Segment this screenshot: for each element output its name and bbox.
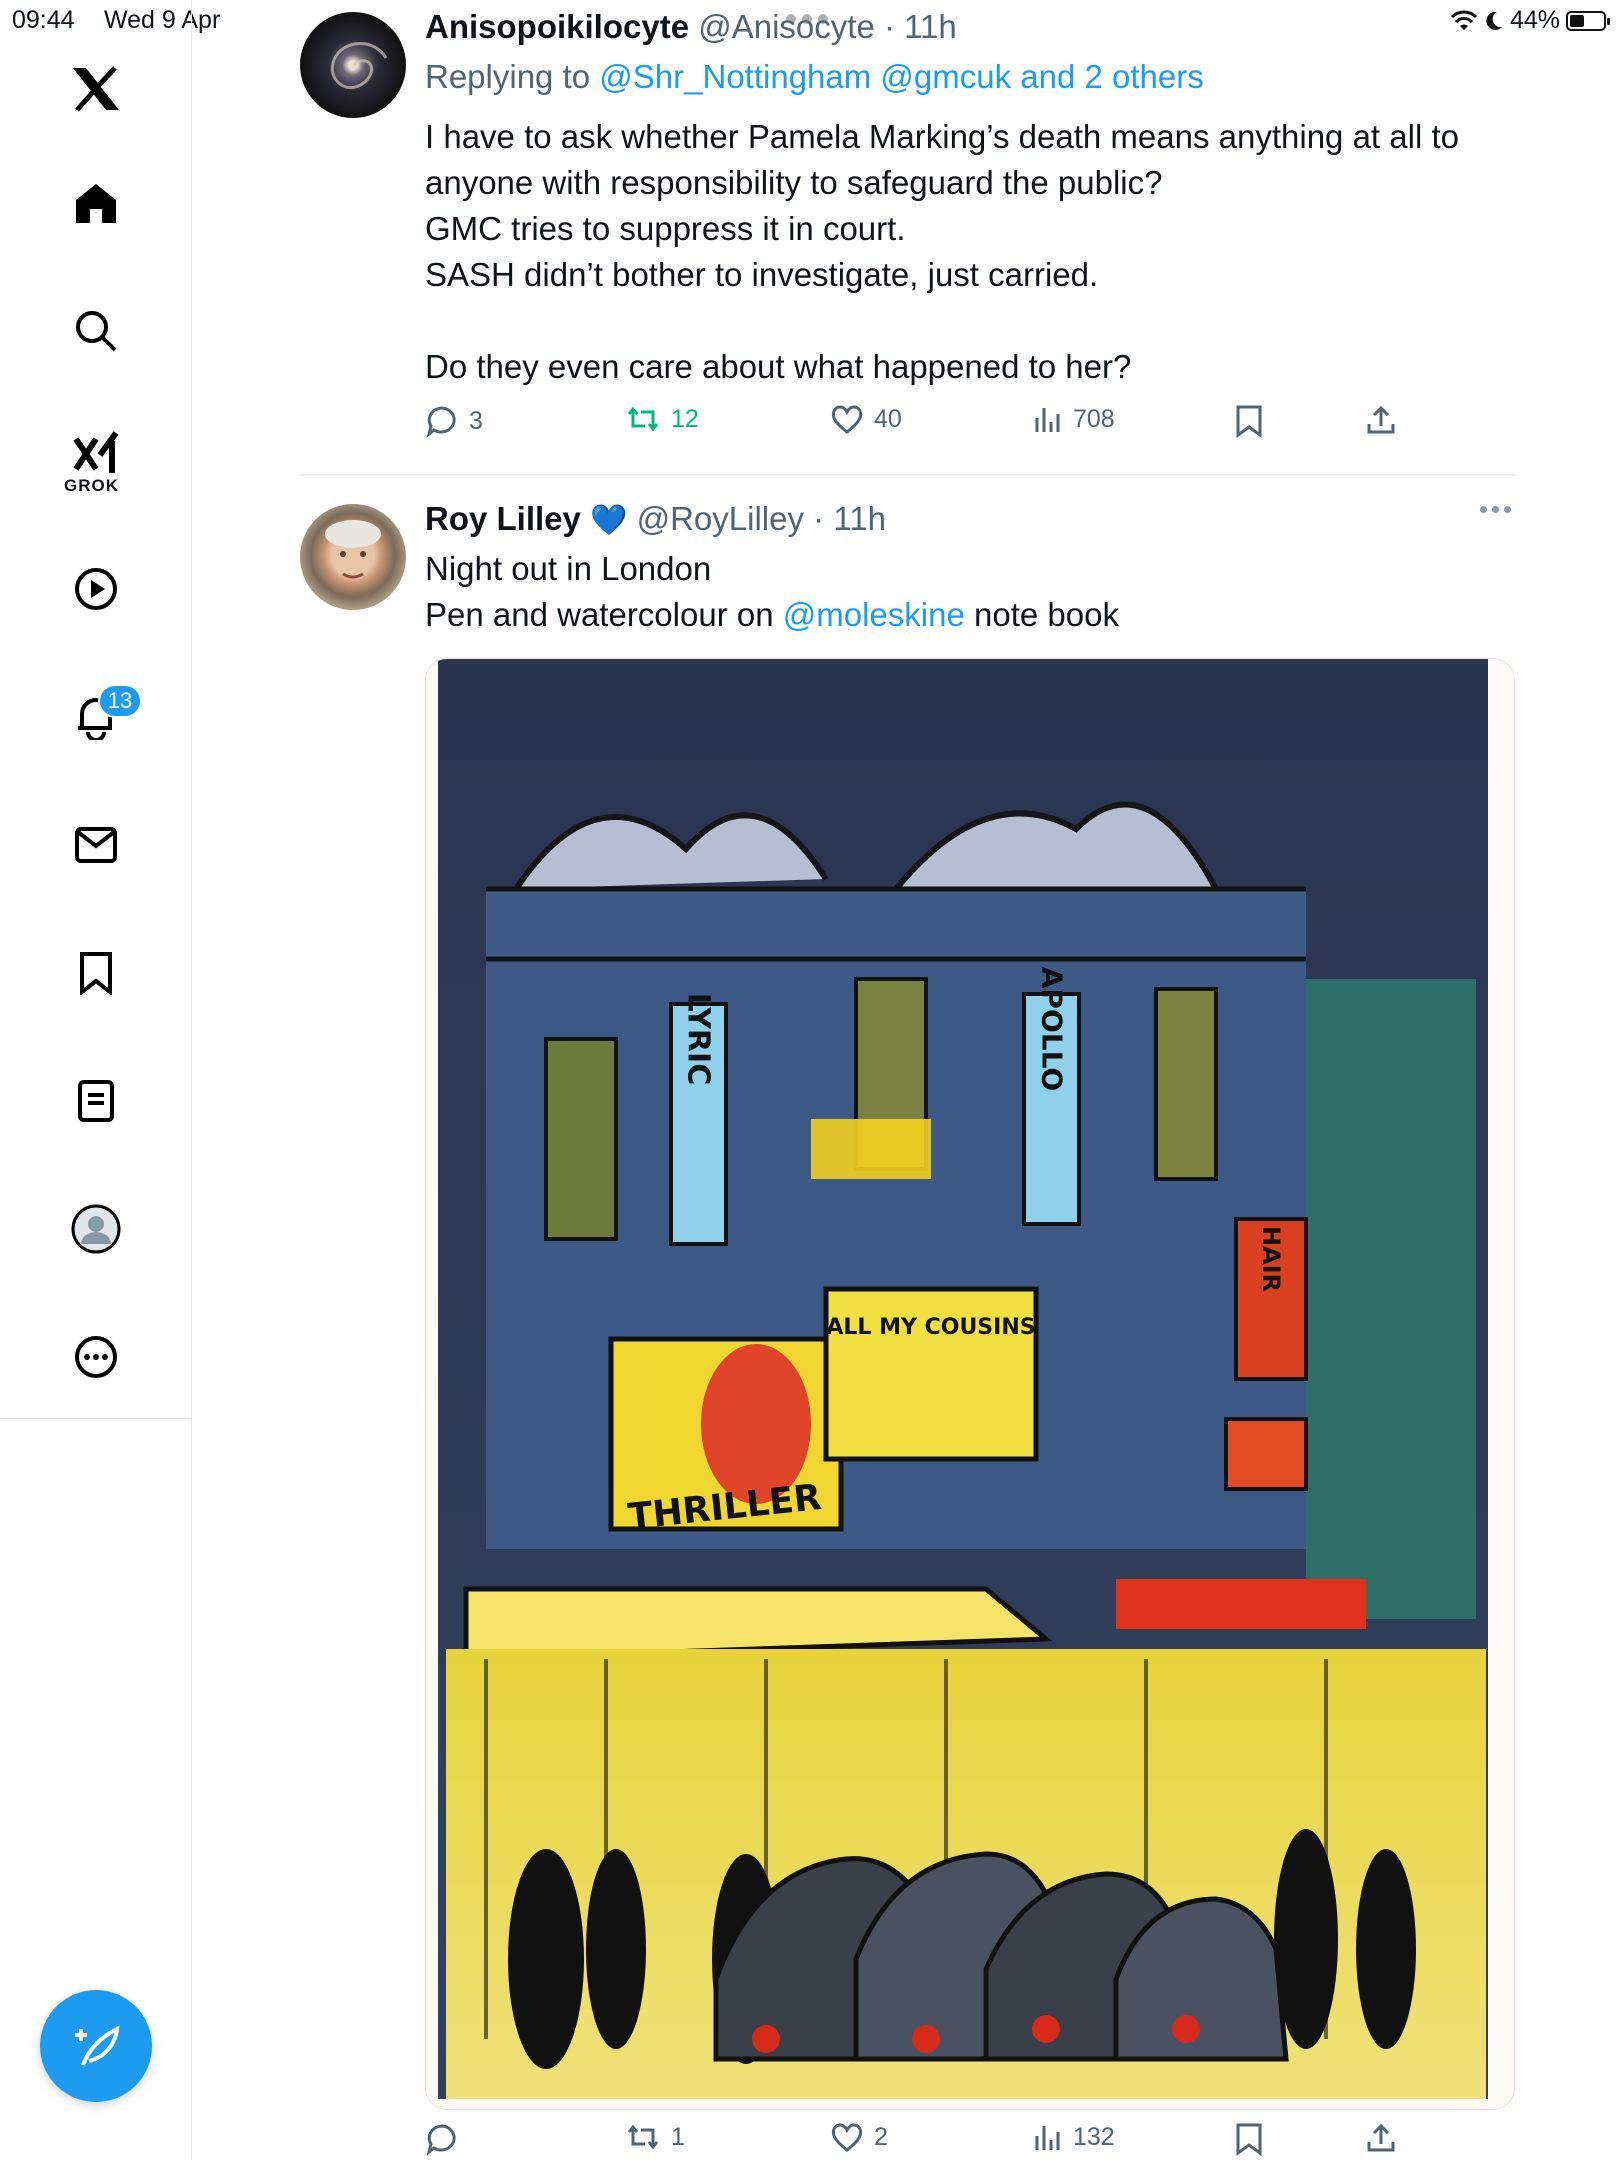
poster-all-my-cousins: ALL MY COUSINS <box>826 1315 1035 1340</box>
repost-button[interactable]: 12 <box>625 404 699 434</box>
mail-icon[interactable] <box>71 820 121 870</box>
like-button[interactable]: 2 <box>830 2122 888 2152</box>
reply-icon <box>426 406 456 438</box>
sidebar: GROK 13 <box>0 0 192 2160</box>
share-icon <box>1367 2123 1395 2152</box>
views-count: 132 <box>1073 2122 1115 2151</box>
views-icon <box>1035 408 1060 432</box>
repost-icon <box>627 406 659 432</box>
sidebar-divider <box>0 1418 192 1419</box>
tweet-text-line: SASH didn’t bother to investigate, just … <box>425 256 1099 293</box>
like-button[interactable]: 40 <box>830 404 902 434</box>
tweet-text-line: anyone with responsibility to safeguard … <box>425 164 1163 201</box>
replying-to-link[interactable]: @Shr_Nottingham @gmcuk and 2 others <box>599 58 1203 95</box>
battery-percent: 44% <box>1509 6 1560 34</box>
more-icon[interactable] <box>71 1332 121 1382</box>
timestamp[interactable]: 11h <box>904 8 957 45</box>
bookmark-icon[interactable] <box>71 948 121 998</box>
share-icon <box>1367 405 1395 434</box>
sign-apollo: APOLLO <box>1036 967 1069 1091</box>
display-name[interactable]: Roy Lilley <box>425 500 581 537</box>
views-button[interactable]: 132 <box>1033 2122 1115 2152</box>
more-options-icon[interactable] <box>1480 506 1511 513</box>
grok-label: GROK <box>64 476 119 495</box>
moon-icon <box>1486 11 1502 30</box>
repost-icon <box>627 2124 659 2150</box>
views-button[interactable]: 708 <box>1033 404 1115 434</box>
tweet-text: I have to ask whether Pamela Marking’s d… <box>425 114 1459 390</box>
compose-feather-icon <box>75 2025 120 2066</box>
home-icon[interactable] <box>71 178 121 228</box>
like-count: 2 <box>874 2122 888 2151</box>
timestamp[interactable]: 11h <box>833 500 886 537</box>
bookmark-icon <box>1236 405 1262 438</box>
battery-icon <box>1566 10 1610 31</box>
heart-icon <box>831 405 863 434</box>
tweet-text-fragment: note book <box>973 596 1119 633</box>
tweet-divider <box>300 474 1514 476</box>
tweet-text-line: Do they even care about what happened to… <box>425 348 1132 385</box>
tweet-text-line: GMC tries to suppress it in court. <box>425 210 906 247</box>
repost-count: 1 <box>671 2122 685 2151</box>
reply-button[interactable]: 3 <box>425 404 483 438</box>
profile-icon[interactable] <box>71 1204 121 1254</box>
tweet-actions: 1 2 132 <box>425 2122 1515 2166</box>
tweet-image[interactable]: LYRIC APOLLO THRILLER ALL MY COUSINS HAI… <box>425 658 1515 2110</box>
search-icon[interactable] <box>71 306 121 356</box>
bookmark-icon <box>1236 2123 1262 2156</box>
handle[interactable]: @RoyLilley <box>637 500 804 537</box>
views-icon <box>1035 2126 1060 2150</box>
tweet-text: Night out in London Pen and watercolour … <box>425 546 1119 638</box>
tweet-text-line: Night out in London <box>425 550 712 587</box>
like-count: 40 <box>874 404 902 433</box>
play-icon[interactable] <box>71 564 121 614</box>
tweet-text-line: I have to ask whether Pamela Marking’s d… <box>425 118 1459 155</box>
tweet-text-fragment: Pen and watercolour on <box>425 596 774 633</box>
share-button[interactable] <box>1365 2122 1397 2154</box>
share-button[interactable] <box>1365 404 1397 436</box>
list-icon[interactable] <box>71 1076 121 1126</box>
repost-count: 12 <box>671 404 699 433</box>
tweet-actions: 3 12 40 708 <box>425 404 1515 448</box>
avatar[interactable] <box>300 12 406 118</box>
sign-lyric: LYRIC <box>681 993 716 1085</box>
notifications-badge: 13 <box>98 684 142 718</box>
sign-hair: HAIR <box>1257 1226 1285 1292</box>
wifi-icon <box>1450 10 1478 30</box>
watercolour-painting: LYRIC APOLLO THRILLER ALL MY COUSINS HAI… <box>426 659 1514 2109</box>
compose-button[interactable] <box>40 1990 152 2102</box>
status-indicators: 44% <box>1450 6 1610 35</box>
grok-icon[interactable] <box>71 428 121 478</box>
mention-link[interactable]: @moleskine <box>783 596 965 633</box>
reply-count: 3 <box>469 406 483 435</box>
repost-button[interactable]: 1 <box>625 2122 685 2152</box>
display-name[interactable]: Anisopoikilocyte <box>425 8 689 45</box>
reply-icon <box>426 2124 456 2156</box>
heart-icon <box>831 2123 863 2152</box>
verified-heart-badge: 💙 <box>590 504 628 537</box>
handle[interactable]: @Anisocyte <box>698 8 875 45</box>
bookmark-button[interactable] <box>1235 2122 1263 2156</box>
x-logo-icon[interactable] <box>71 64 121 114</box>
replying-prefix: Replying to <box>425 58 591 95</box>
avatar[interactable] <box>300 504 406 610</box>
reply-button[interactable] <box>425 2122 469 2156</box>
bookmark-button[interactable] <box>1235 404 1263 438</box>
views-count: 708 <box>1073 404 1115 433</box>
